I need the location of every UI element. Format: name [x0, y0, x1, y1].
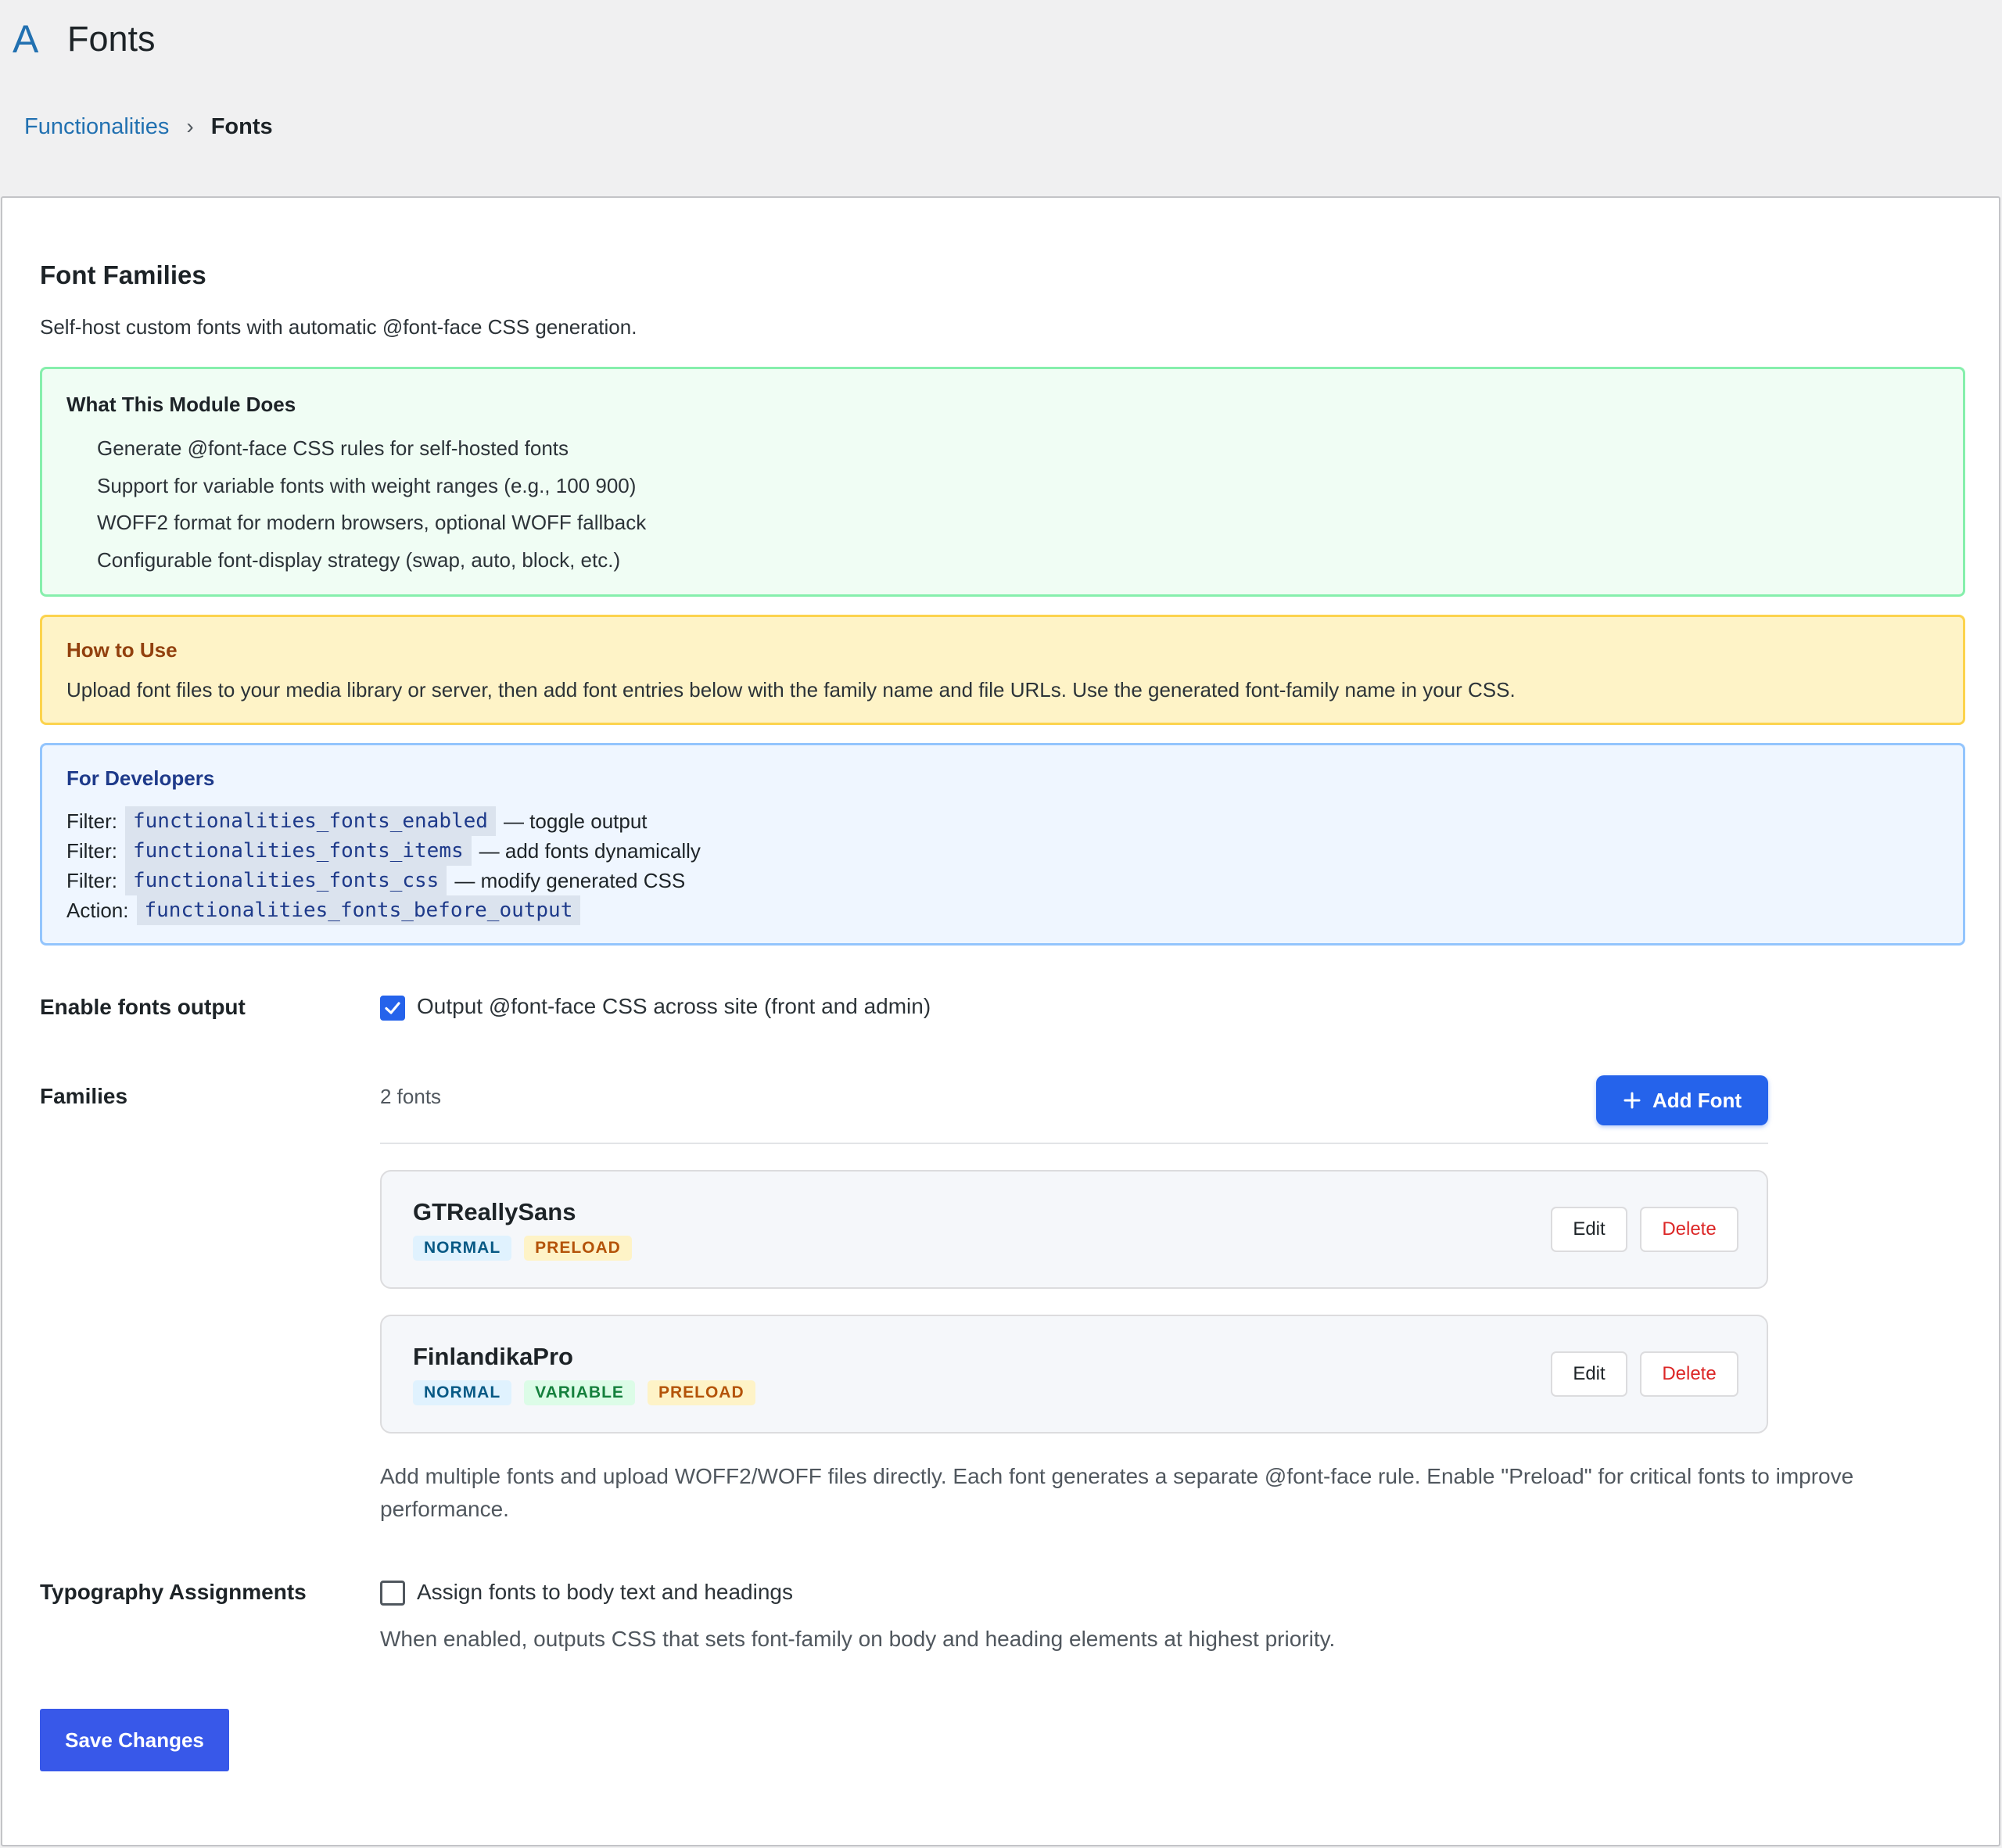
badge-normal: NORMAL [413, 1236, 512, 1261]
breadcrumb-link-functionalities[interactable]: Functionalities [24, 112, 169, 142]
usage-heading: How to Use [66, 638, 178, 662]
add-font-button[interactable]: Add Font [1596, 1075, 1768, 1125]
feature-item: Generate @font-face CSS rules for self-h… [97, 436, 569, 460]
typography-help-text: When enabled, outputs CSS that sets font… [380, 1627, 1336, 1651]
families-help-text: Add multiple fonts and upload WOFF2/WOFF… [380, 1460, 1853, 1526]
section-description: Self-host custom fonts with automatic @f… [40, 315, 637, 339]
badge-variable: VARIABLE [524, 1380, 635, 1405]
edit-font-button[interactable]: Edit [1551, 1207, 1627, 1252]
top-bar: A Fonts [0, 0, 2002, 86]
hook-type: Filter: [66, 839, 117, 863]
badge-preload: PRELOAD [647, 1380, 755, 1405]
hook-name: functionalities_fonts_before_output [136, 895, 581, 925]
hook-name: functionalities_fonts_enabled [125, 806, 496, 836]
developer-hooks: Filter: functionalities_fonts_enabled — … [66, 806, 701, 925]
font-badges: NORMAL VARIABLE PRELOAD [413, 1380, 755, 1405]
delete-font-button[interactable]: Delete [1640, 1351, 1738, 1397]
developer-box: For Developers Filter: functionalities_f… [40, 743, 1965, 946]
delete-font-button[interactable]: Delete [1640, 1207, 1738, 1252]
families-help-line: Add multiple fonts and upload WOFF2/WOFF… [380, 1464, 1854, 1488]
breadcrumb-current: Fonts [210, 114, 273, 139]
families-label: Families [40, 1084, 128, 1108]
feature-item: WOFF2 format for modern browsers, option… [97, 511, 647, 534]
hook-description: — add fonts dynamically [479, 839, 701, 863]
enable-output-label: Enable fonts output [40, 995, 246, 1019]
families-divider [380, 1143, 1768, 1144]
typography-checkbox[interactable] [380, 1581, 405, 1606]
hook-name: functionalities_fonts_css [125, 866, 447, 895]
developer-heading: For Developers [66, 766, 215, 790]
settings-panel: Font Families Self-host custom fonts wit… [1, 196, 2000, 1846]
checkmark-icon [385, 1002, 400, 1014]
hook-line: Filter: functionalities_fonts_enabled — … [66, 806, 701, 836]
hook-description: — modify generated CSS [454, 869, 686, 892]
feature-item: Configurable font-display strategy (swap… [97, 547, 621, 572]
badge-preload: PRELOAD [524, 1236, 632, 1261]
hook-type: Action: [66, 899, 129, 922]
module-info-box: What This Module Does Generate @font-fac… [40, 367, 1965, 597]
plus-icon [1623, 1092, 1641, 1109]
chevron-right-icon: › [186, 114, 194, 138]
add-font-button-label: Add Font [1652, 1088, 1742, 1112]
feature-item: Support for variable fonts with weight r… [97, 473, 637, 497]
section-title: Font Families [40, 260, 206, 289]
hook-line: Filter: functionalities_fonts_css — modi… [66, 866, 701, 895]
breadcrumb: Functionalities › Fonts [24, 112, 273, 142]
fonts-count: 2 fonts [380, 1085, 442, 1108]
enable-output-checkbox[interactable] [380, 996, 405, 1021]
hook-name: functionalities_fonts_items [125, 836, 472, 866]
font-family-name: FinlandikaPro [413, 1343, 573, 1370]
hook-description: — toggle output [503, 809, 648, 833]
page-title: Fonts [67, 19, 156, 59]
font-family-name: GTReallySans [413, 1198, 576, 1225]
hook-type: Filter: [66, 809, 117, 833]
usage-box: How to Use Upload font files to your med… [40, 615, 1965, 725]
enable-output-checkbox-label[interactable]: Output @font-face CSS across site (front… [417, 994, 931, 1019]
save-changes-button[interactable]: Save Changes [40, 1709, 229, 1771]
font-card: GTReallySans NORMAL PRELOAD Edit Delete [380, 1170, 1768, 1289]
badge-normal: NORMAL [413, 1380, 512, 1405]
font-card: FinlandikaPro NORMAL VARIABLE PRELOAD Ed… [380, 1315, 1768, 1434]
families-help-line: performance. [380, 1497, 509, 1521]
typography-label: Typography Assignments [40, 1580, 307, 1604]
edit-font-button[interactable]: Edit [1551, 1351, 1627, 1397]
hook-type: Filter: [66, 869, 117, 892]
hook-line: Filter: functionalities_fonts_items — ad… [66, 836, 701, 866]
font-badges: NORMAL PRELOAD [413, 1236, 632, 1261]
feature-list: Generate @font-face CSS rules for self-h… [97, 430, 646, 579]
module-info-heading: What This Module Does [66, 393, 296, 416]
typography-checkbox-label[interactable]: Assign fonts to body text and headings [417, 1580, 793, 1605]
usage-text: Upload font files to your media library … [66, 678, 1516, 702]
hook-line: Action: functionalities_fonts_before_out… [66, 895, 701, 925]
app-logo-icon: A [13, 17, 39, 61]
